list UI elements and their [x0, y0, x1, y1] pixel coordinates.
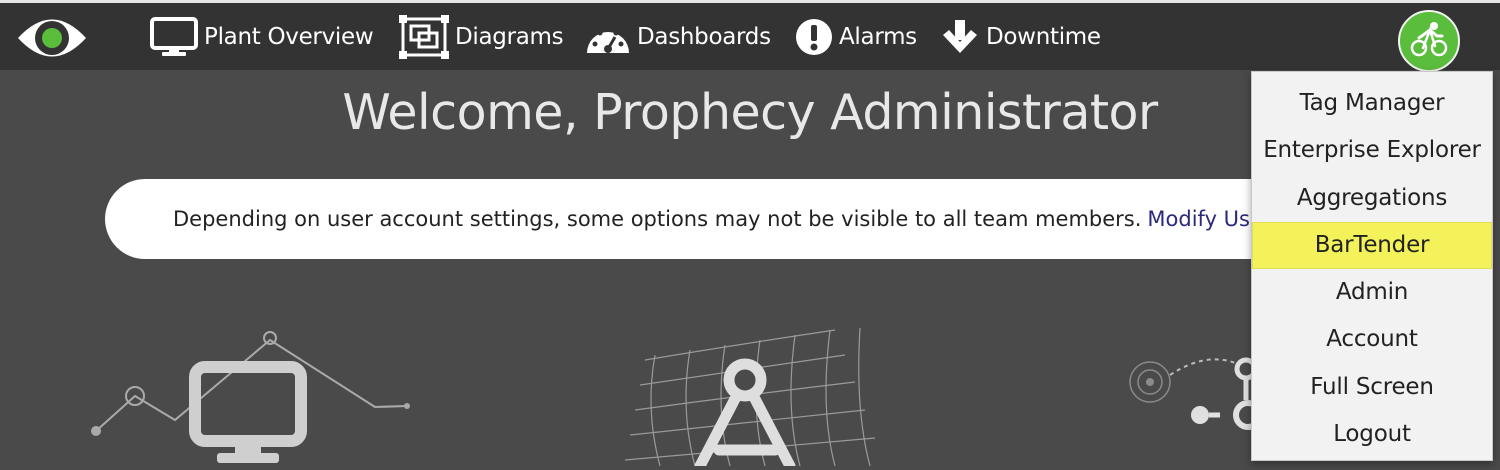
- speedometer-icon: [585, 19, 631, 55]
- nav-alarms[interactable]: Alarms: [795, 3, 917, 70]
- menu-item-admin[interactable]: Admin: [1252, 269, 1492, 316]
- notice-banner: Depending on user account settings, some…: [105, 179, 1425, 259]
- user-avatar-button[interactable]: [1398, 10, 1460, 72]
- diagram-icon: [399, 14, 449, 59]
- menu-item-enterprise-explorer[interactable]: Enterprise Explorer: [1252, 127, 1492, 174]
- menu-item-account[interactable]: Account: [1252, 316, 1492, 363]
- nav-label-alarms: Alarms: [839, 23, 917, 50]
- menu-item-aggregations[interactable]: Aggregations: [1252, 175, 1492, 222]
- top-navigation-bar: Plant Overview Diagrams Dashboards Alarm…: [0, 0, 1500, 72]
- arrow-down-icon: [940, 19, 980, 55]
- eye-logo-icon[interactable]: [16, 11, 88, 65]
- nav-label-dashboards: Dashboards: [637, 23, 771, 50]
- plant-overview-illustration: [85, 325, 425, 470]
- nav-diagrams[interactable]: Diagrams: [399, 3, 564, 70]
- nav-downtime[interactable]: Downtime: [940, 3, 1101, 70]
- monitor-icon: [150, 16, 198, 57]
- nav-label-plant-overview: Plant Overview: [204, 23, 374, 50]
- user-dropdown-menu: Tag Manager Enterprise Explorer Aggregat…: [1251, 71, 1493, 461]
- notice-text: Depending on user account settings, some…: [173, 207, 1142, 231]
- nav-dashboards[interactable]: Dashboards: [585, 3, 771, 70]
- menu-item-tag-manager[interactable]: Tag Manager: [1252, 80, 1492, 127]
- nav-label-downtime: Downtime: [986, 23, 1101, 50]
- menu-item-bartender[interactable]: BarTender: [1252, 221, 1492, 270]
- exclamation-circle-icon: [795, 18, 833, 56]
- menu-item-logout[interactable]: Logout: [1252, 411, 1492, 458]
- nav-plant-overview[interactable]: Plant Overview: [150, 3, 374, 70]
- diagrams-illustration: [615, 300, 885, 470]
- network-illustration: [1128, 355, 1263, 470]
- nav-label-diagrams: Diagrams: [455, 23, 564, 50]
- menu-item-full-screen[interactable]: Full Screen: [1252, 364, 1492, 411]
- cyclist-icon: [1409, 20, 1449, 62]
